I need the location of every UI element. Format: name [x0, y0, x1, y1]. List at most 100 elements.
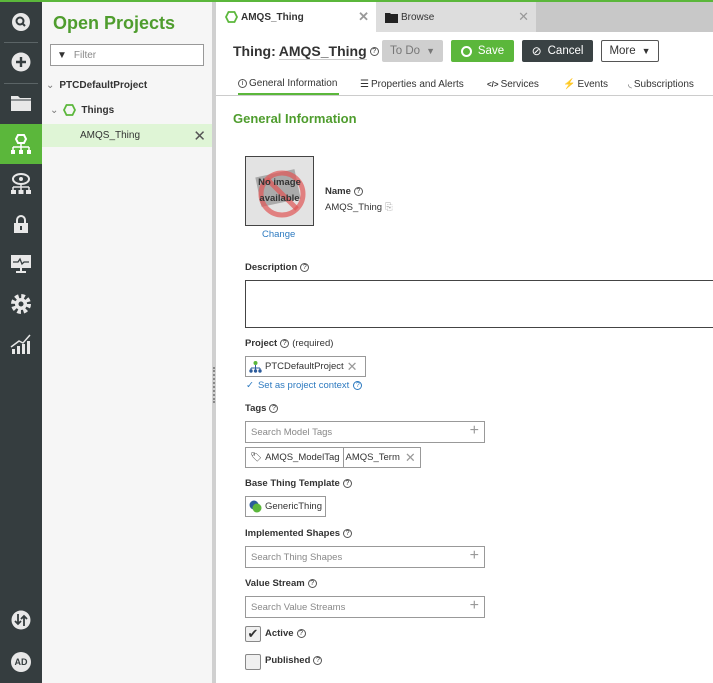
base-template-label: Base Thing Template? — [245, 478, 352, 489]
tag-term: AMQS_Term — [342, 448, 400, 467]
tree-project[interactable]: ⌄ PTCDefaultProject — [46, 80, 147, 91]
help-icon[interactable]: ? — [280, 339, 290, 348]
modeling-icon[interactable] — [0, 124, 42, 164]
tab-services[interactable]: </> Services — [487, 74, 539, 95]
code-icon: </> — [487, 80, 499, 89]
filter-icon: ▼ — [57, 49, 67, 61]
project-context-row: ✓ Set as project context? — [246, 380, 363, 391]
tab-properties-and-alerts[interactable]: ☰ Properties and Alerts — [360, 74, 464, 95]
help-icon[interactable]: ? — [307, 579, 317, 588]
value-stream-label: Value Stream? — [245, 578, 317, 589]
add-icon[interactable] — [0, 42, 42, 82]
name-value: AMQS_Thing ⎘ — [325, 202, 393, 213]
import-export-icon[interactable] — [0, 600, 42, 640]
section-title: General Information — [233, 111, 357, 126]
subtab-bar: i General Information ☰ Properties and Ale… — [216, 68, 713, 96]
help-icon[interactable]: ? — [296, 629, 306, 638]
user-initials: AD — [11, 652, 31, 672]
description-textarea[interactable] — [245, 280, 713, 328]
subtab-label: Properties and Alerts — [370, 79, 464, 90]
placeholder: Search Value Streams — [251, 601, 346, 613]
filter-input[interactable]: ▼ Filter — [50, 44, 204, 66]
required-text: (required) — [292, 338, 334, 349]
thing-name-title: AMQS_Thing — [278, 43, 367, 60]
more-label: More — [609, 45, 636, 57]
close-tab-icon[interactable]: ✕ — [358, 9, 369, 25]
remove-icon[interactable]: ✕ — [403, 450, 416, 466]
subtab-label: Subscriptions — [633, 79, 694, 90]
tags-label: Tags? — [245, 403, 279, 414]
no-image-text: No image available — [258, 177, 301, 204]
title-prefix: Thing: — [233, 43, 276, 59]
project-chip[interactable]: PTCDefaultProject ✕ — [245, 356, 366, 377]
label-text: Base Thing Template — [245, 478, 340, 489]
close-tab-icon[interactable]: ✕ — [518, 9, 529, 25]
panel-splitter[interactable] — [212, 2, 216, 683]
check-icon: ✓ — [246, 380, 254, 391]
open-projects-panel: Open Projects ▼ Filter ⌄ PTCDefaultProject… — [42, 2, 212, 683]
change-image-link[interactable]: Change — [262, 229, 295, 240]
info-icon: i — [238, 79, 247, 88]
plus-icon[interactable]: + — [470, 422, 479, 440]
group-label: Things — [81, 104, 115, 116]
help-icon[interactable]: ? — [300, 263, 310, 272]
help-icon[interactable]: ? — [353, 187, 363, 196]
set-project-context-link[interactable]: Set as project context — [258, 380, 349, 391]
placeholder: Search Thing Shapes — [251, 551, 343, 563]
tab-general-information[interactable]: i General Information — [238, 74, 339, 95]
tags-search-input[interactable]: Search Model Tags + — [245, 421, 485, 443]
tree-item-amqs-thing[interactable]: AMQS_Thing ✕ — [42, 124, 212, 147]
tag-chip[interactable]: 🏷 AMQS_ModelTag AMQS_Term ✕ — [245, 447, 421, 468]
plus-icon[interactable]: + — [470, 597, 479, 615]
system-monitor-icon[interactable] — [0, 244, 42, 284]
shapes-search-input[interactable]: Search Thing Shapes + — [245, 546, 485, 568]
help-icon[interactable]: ? — [269, 404, 279, 413]
tab-amqs-thing[interactable]: AMQS_Thing ✕ — [216, 2, 376, 32]
page-title: Thing: AMQS_Thing? — [233, 43, 379, 60]
help-icon[interactable]: ? — [342, 479, 352, 488]
folder-icon[interactable] — [0, 83, 42, 123]
help-icon[interactable]: ? — [343, 529, 353, 538]
project-label: Project? (required) — [245, 338, 333, 349]
template-chip[interactable]: GenericThing — [245, 496, 326, 517]
save-button[interactable]: Save — [451, 40, 514, 62]
cancel-button[interactable]: ⊘ Cancel — [522, 40, 593, 62]
monitoring-eye-icon[interactable] — [0, 164, 42, 204]
label-text: Published — [265, 655, 311, 666]
help-icon[interactable]: ? — [353, 381, 363, 390]
cancel-label: Cancel — [547, 45, 584, 57]
close-icon[interactable]: ✕ — [193, 127, 206, 145]
label-text: Active — [265, 628, 294, 639]
copy-icon[interactable]: ⎘ — [385, 202, 393, 213]
more-button[interactable]: More ▼ — [601, 40, 659, 62]
search-icon[interactable] — [0, 2, 42, 42]
published-checkbox[interactable] — [245, 654, 261, 670]
tab-label: AMQS_Thing — [241, 11, 304, 23]
cancel-icon: ⊘ — [531, 44, 542, 58]
placeholder: Search Model Tags — [251, 426, 333, 438]
chevron-down-icon: ⌄ — [46, 80, 55, 91]
tab-bar: AMQS_Thing ✕ Browse ✕ — [216, 2, 713, 32]
description-label: Description? — [245, 262, 310, 273]
remove-icon[interactable]: ✕ — [347, 359, 358, 375]
analytics-icon[interactable] — [0, 324, 42, 364]
lock-icon[interactable] — [0, 204, 42, 244]
plus-icon[interactable]: + — [470, 547, 479, 565]
save-circle-icon — [460, 45, 472, 57]
gear-icon[interactable] — [0, 284, 42, 324]
todo-label: To Do — [390, 45, 421, 57]
tab-subscriptions[interactable]: ◟ Subscriptions — [628, 74, 694, 95]
tab-events[interactable]: ⚡ Events — [563, 74, 608, 95]
tree-things[interactable]: ⌄ Things — [50, 104, 114, 116]
help-icon[interactable]: ? — [369, 47, 379, 56]
thing-template-icon — [249, 500, 262, 513]
label-text: Tags — [245, 403, 267, 414]
tab-browse[interactable]: Browse ✕ — [376, 2, 536, 32]
active-checkbox[interactable]: ✔ — [245, 626, 261, 642]
value-stream-search-input[interactable]: Search Value Streams + — [245, 596, 485, 618]
user-avatar[interactable]: AD — [0, 642, 42, 682]
todo-button[interactable]: To Do ▼ — [382, 40, 443, 62]
help-icon[interactable]: ? — [313, 656, 323, 665]
tag-icon: 🏷 — [250, 452, 263, 463]
label-text: Value Stream — [245, 578, 305, 589]
